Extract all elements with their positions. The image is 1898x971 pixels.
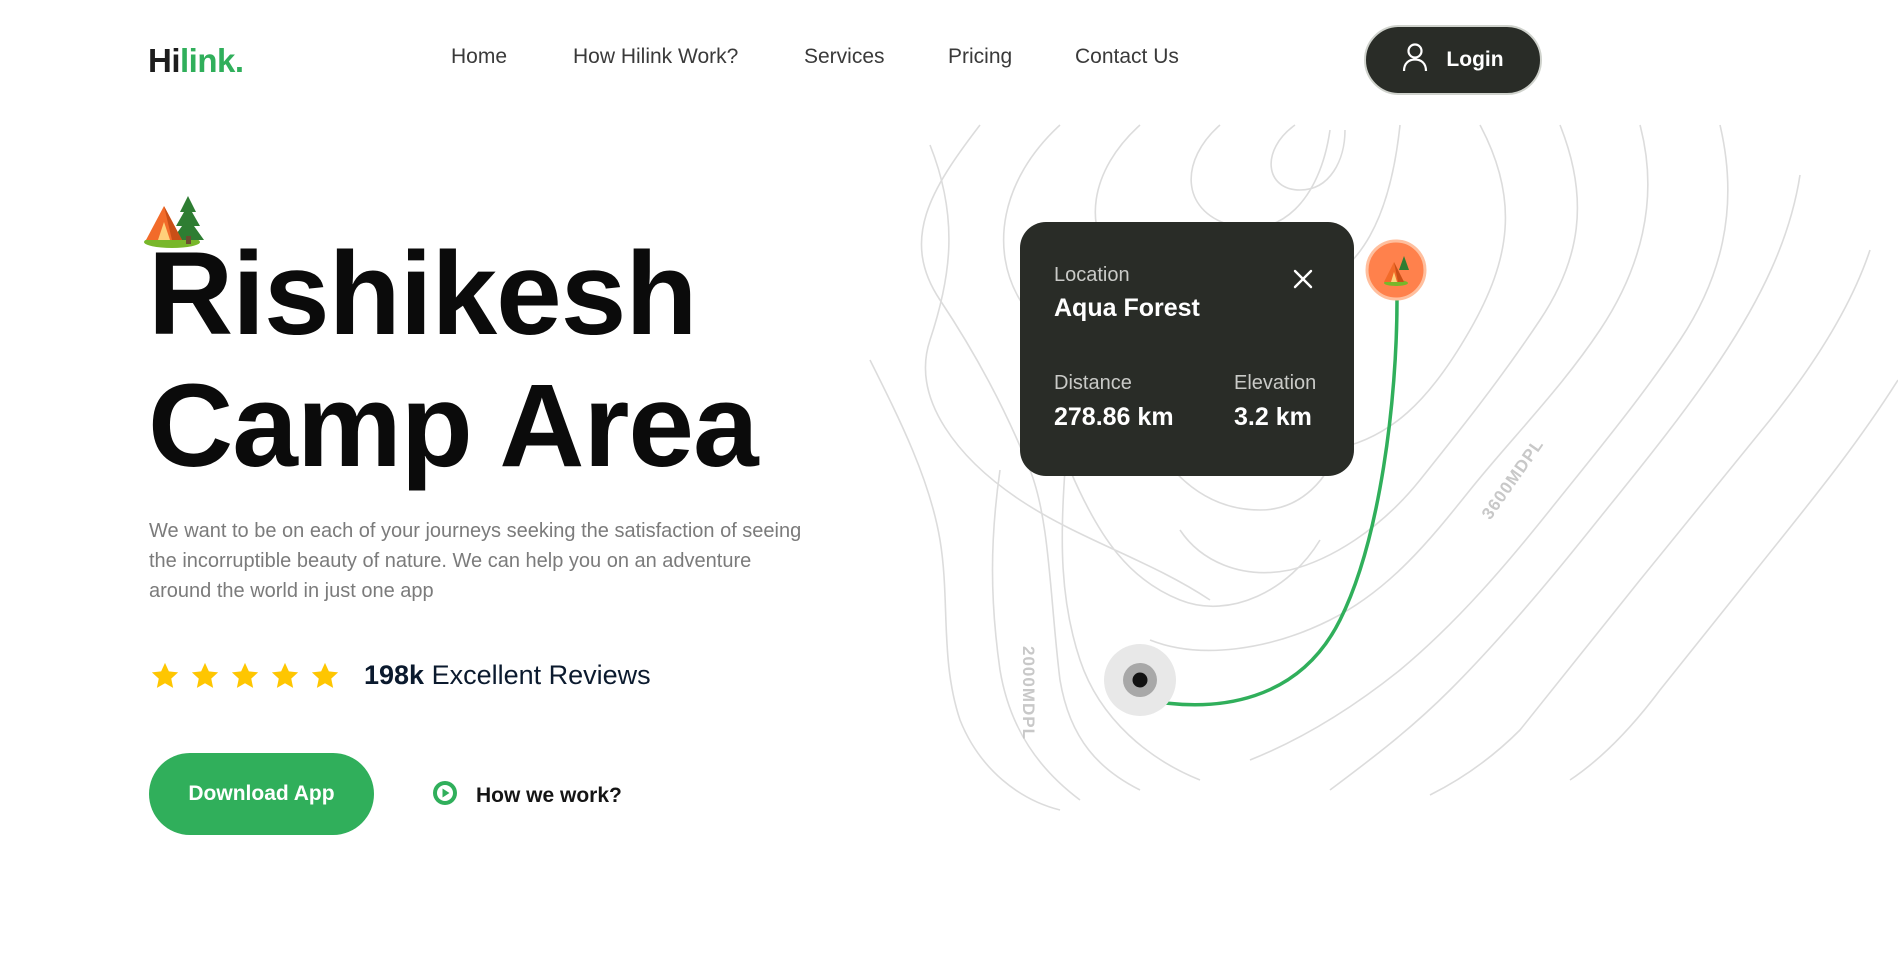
nav-how-hilink-work[interactable]: How Hilink Work?: [573, 45, 738, 69]
nav-home[interactable]: Home: [451, 45, 507, 69]
nav-services[interactable]: Services: [804, 45, 885, 69]
star-icon: [311, 662, 339, 688]
star-icon: [271, 662, 299, 688]
logo[interactable]: Hilink.: [148, 42, 244, 80]
star-rating: [150, 661, 340, 691]
how-we-work-label: How we work?: [476, 783, 622, 807]
distance-value: 278.86 km: [1054, 403, 1174, 431]
play-icon: [432, 780, 458, 811]
elevation-label: Elevation: [1234, 372, 1317, 394]
rating: 198k Excellent Reviews: [150, 660, 651, 691]
start-point-icon: [1104, 644, 1176, 716]
login-button[interactable]: Login: [1364, 25, 1542, 95]
star-icon: [151, 662, 179, 688]
login-label: Login: [1446, 48, 1504, 71]
reviews-text: 198k Excellent Reviews: [364, 660, 651, 691]
nav-contact-us[interactable]: Contact Us: [1075, 45, 1179, 69]
nav-pricing[interactable]: Pricing: [948, 45, 1012, 69]
location-label: Location: [1054, 264, 1130, 286]
hero-description: We want to be on each of your journeys s…: [149, 520, 802, 602]
close-icon[interactable]: [1290, 266, 1316, 292]
location-name: Aqua Forest: [1054, 294, 1200, 322]
contour-label-3600: 3600MDPL: [1478, 435, 1548, 523]
hero-title-line-1: Rishikesh: [148, 228, 697, 360]
star-icon: [231, 662, 259, 688]
hero-title-line-2: Camp Area: [148, 360, 759, 492]
elevation-value: 3.2 km: [1234, 403, 1312, 431]
reviews-label: Excellent Reviews: [431, 660, 651, 690]
how-we-work-link[interactable]: How we work?: [432, 780, 622, 811]
download-app-button[interactable]: Download App: [149, 753, 374, 835]
star-icon: [191, 662, 219, 688]
logo-text-dark: Hi: [148, 42, 181, 79]
contour-label-2000: 2000MDPL: [1019, 646, 1038, 740]
distance-label: Distance: [1054, 372, 1132, 394]
hero-title: Rishikesh Camp Area: [148, 228, 759, 492]
reviews-count: 198k: [364, 660, 425, 690]
user-icon: [1402, 42, 1428, 78]
logo-text-green: link.: [180, 42, 244, 79]
camp-marker-icon: [1365, 239, 1427, 301]
location-card: Location Aqua Forest Distance 278.86 km …: [1020, 222, 1354, 476]
